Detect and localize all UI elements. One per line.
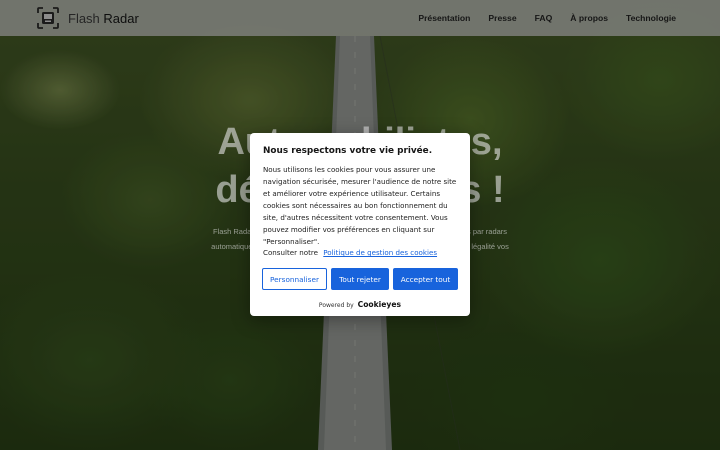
cookie-policy-row: Consulter notre Politique de gestion des… bbox=[263, 248, 437, 257]
cookie-dialog-body: Nous utilisons les cookies pour vous ass… bbox=[263, 165, 457, 246]
cookieyes-logo[interactable]: Cookieyes bbox=[358, 300, 401, 309]
customize-button[interactable]: Personnaliser bbox=[262, 268, 327, 290]
cookie-dialog-title: Nous respectons votre vie privée. bbox=[263, 146, 433, 156]
powered-by-label: Powered by bbox=[318, 302, 354, 309]
powered-by: Powered by Cookieyes bbox=[250, 300, 470, 309]
accept-all-button[interactable]: Accepter tout bbox=[393, 268, 458, 290]
cookie-button-row: Personnaliser Tout rejeter Accepter tout bbox=[262, 268, 458, 290]
cookie-consent-dialog: Nous respectons votre vie privée. Nous u… bbox=[250, 133, 470, 316]
cookie-policy-link[interactable]: Politique de gestion des cookies bbox=[323, 248, 437, 257]
cookie-consult-label: Consulter notre bbox=[263, 248, 319, 257]
reject-all-button[interactable]: Tout rejeter bbox=[331, 268, 389, 290]
